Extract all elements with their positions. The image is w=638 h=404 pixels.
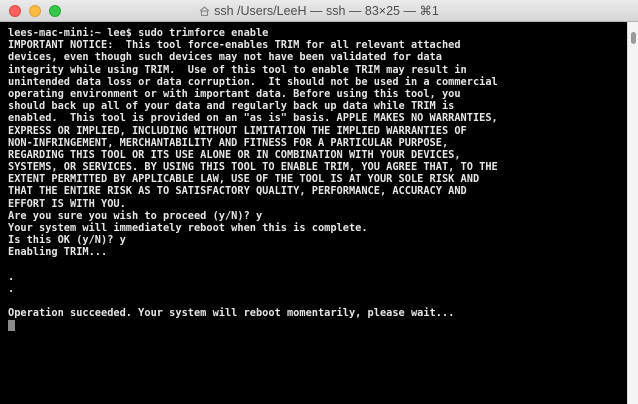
terminal-line: EXTENT PERMITTED BY APPLICABLE LAW, USE … [8,173,480,186]
text-cursor [8,319,15,331]
terminal-line: . [8,282,15,295]
window-title: ssh /Users/LeeH — ssh — 83×25 — ⌘1 [214,4,439,18]
terminal-line: Is this OK (y/N)? y [8,234,126,247]
terminal-line: lees-mac-mini:~ lee$ sudo trimforce enab… [8,27,269,39]
terminal-line: unintended data loss or data corruption.… [8,75,498,88]
terminal-line: enabled. This tool is provided on an "as… [8,112,498,125]
terminal-line: Your system will immediately reboot when… [8,222,368,234]
terminal-line: Operation succeeded. Your system will re… [8,307,455,320]
vertical-scrollbar[interactable] [627,22,638,404]
terminal-line: THAT THE ENTIRE RISK AS TO SATISFACTORY … [8,185,467,198]
terminal-line: EFFORT IS WITH YOU. [8,197,126,210]
terminal-line: Are you sure you wish to proceed (y/N)? … [8,209,263,222]
terminal-window: ssh /Users/LeeH — ssh — 83×25 — ⌘1 lees-… [0,0,638,404]
cursor-line [8,319,627,332]
terminal-line: . [8,270,15,283]
terminal-line: should back up all of your data and regu… [8,100,455,113]
terminal-line: EXPRESS OR IMPLIED, INCLUDING WITHOUT LI… [8,124,467,137]
title-bar[interactable]: ssh /Users/LeeH — ssh — 83×25 — ⌘1 [0,0,638,22]
terminal-line: REGARDING THIS TOOL OR ITS USE ALONE OR … [8,148,461,161]
terminal-line: devices, even though such devices may no… [8,51,442,64]
window-title-container: ssh /Users/LeeH — ssh — 83×25 — ⌘1 [0,3,638,18]
terminal-line: IMPORTANT NOTICE: This tool force-enable… [8,39,461,52]
terminal-output[interactable]: lees-mac-mini:~ lee$ sudo trimforce enab… [0,22,627,404]
terminal-line: SYSTEMS, OR SERVICES. BY USING THIS TOOL… [8,161,498,174]
terminal-line: Enabling TRIM... [8,246,108,259]
terminal-line: integrity while using TRIM. Use of this … [8,63,467,76]
scrollbar-thumb[interactable] [631,32,636,44]
terminal-line: operating environment or with important … [8,87,461,100]
home-folder-icon [199,6,210,16]
terminal-line: NON-INFRINGEMENT, MERCHANTABILITY AND FI… [8,136,449,149]
